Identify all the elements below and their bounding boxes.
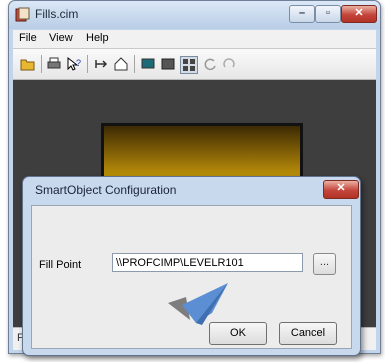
close-icon: ✕ [336,182,346,194]
menu-bar: File View Help [13,30,376,49]
toolbar-separator [134,55,135,73]
menu-view[interactable]: View [49,32,73,44]
browse-button[interactable]: ... [313,253,336,275]
fill-point-input[interactable] [112,253,303,272]
close-icon: ✕ [354,7,364,19]
title-bar[interactable]: Fills.cim – ▫ ✕ [9,1,380,29]
ok-button[interactable]: OK [209,322,267,345]
minimize-icon: – [298,7,306,19]
fill-point-label: Fill Point [39,259,82,271]
context-help-icon[interactable]: ? [66,56,82,72]
app-document-icon [15,7,30,22]
open-folder-icon[interactable] [20,56,36,72]
tile-icon[interactable] [180,56,198,74]
maximize-icon: ▫ [326,7,330,19]
close-button[interactable]: ✕ [341,5,377,23]
refresh-icon[interactable] [202,56,218,72]
dialog-close-button[interactable]: ✕ [323,180,359,199]
cancel-button[interactable]: Cancel [279,322,337,345]
sync-icon[interactable] [221,56,237,72]
svg-text:?: ? [76,58,81,68]
toolbar-separator [41,55,42,73]
menu-help[interactable]: Help [86,32,109,44]
toolbar: ? [13,49,376,80]
window-title: Fills.cim [35,7,79,21]
minimize-button[interactable]: – [289,5,315,23]
panel-icon[interactable] [160,56,176,72]
maximize-button[interactable]: ▫ [315,5,341,23]
toolbar-separator [87,55,88,73]
menu-file[interactable]: File [19,32,37,44]
print-icon[interactable] [46,56,62,72]
back-icon[interactable] [93,56,109,72]
dialog-title: SmartObject Configuration [35,183,177,197]
smartobject-dialog: SmartObject Configuration ✕ Fill Point .… [22,176,361,356]
home-icon[interactable] [113,56,129,72]
dialog-body: Fill Point ... OK Cancel [31,205,352,349]
monitor-icon[interactable] [140,56,156,72]
